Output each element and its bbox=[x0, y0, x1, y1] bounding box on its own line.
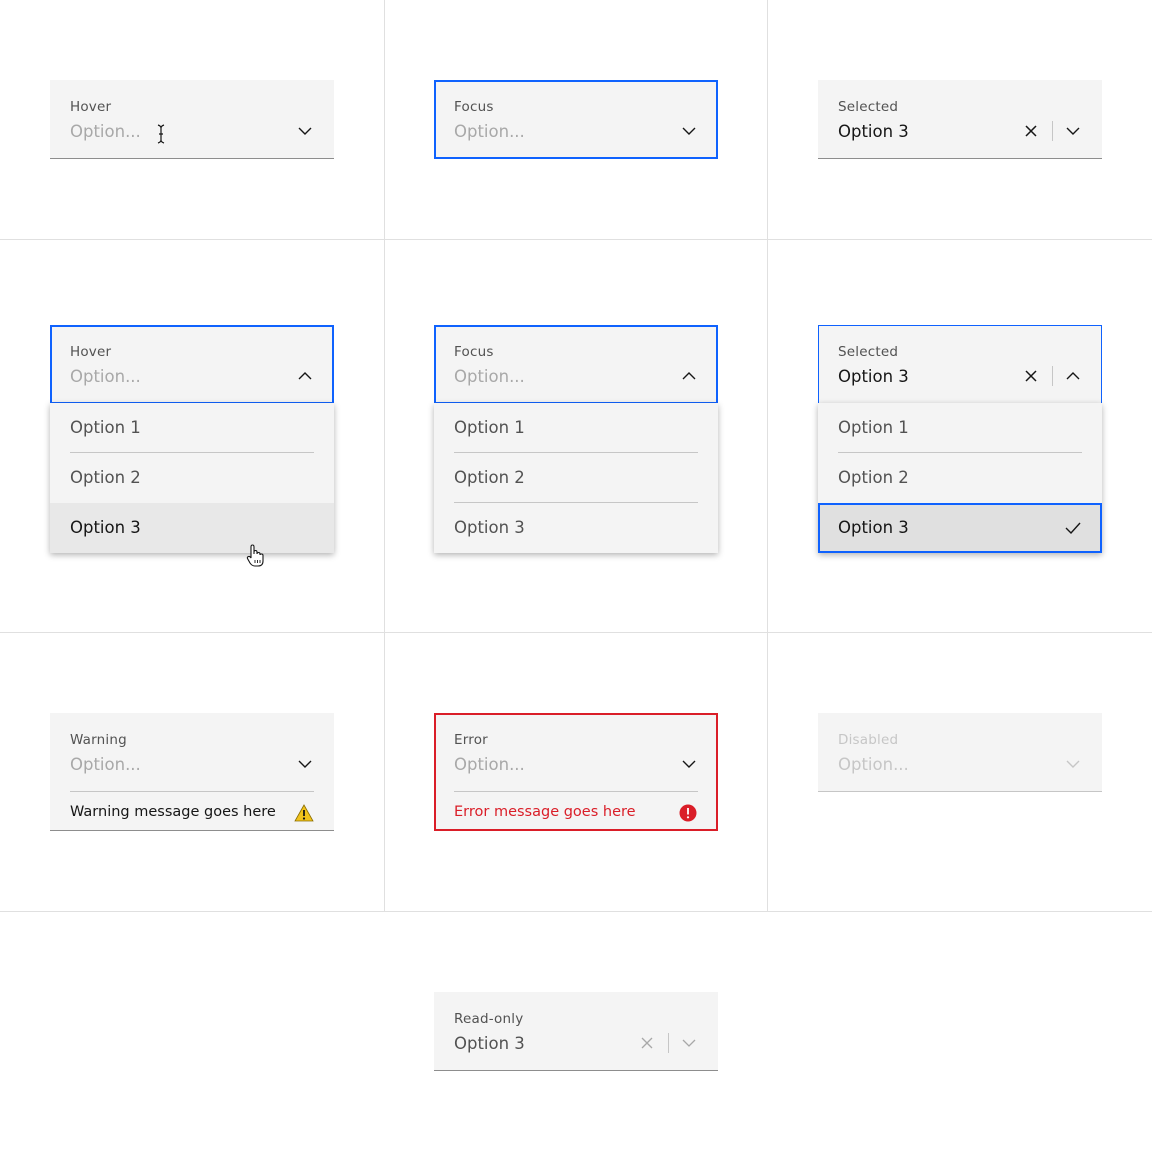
combobox-error[interactable]: Error Option... Error message goes here bbox=[434, 713, 718, 831]
combobox-input[interactable]: Option... bbox=[454, 755, 525, 774]
menu-item-option-1[interactable]: Option 1 bbox=[818, 403, 1102, 453]
combobox-warning[interactable]: Warning Option... Warning message goes h… bbox=[50, 713, 334, 831]
combobox-focus-open[interactable]: Focus Option... bbox=[434, 325, 718, 404]
menu-item-label: Option 2 bbox=[838, 468, 909, 487]
combobox-input[interactable]: Option... bbox=[70, 367, 141, 386]
grid-divider-h2 bbox=[0, 632, 1152, 633]
field-label: Warning bbox=[70, 732, 127, 748]
chevron-down-icon bbox=[1064, 755, 1082, 773]
field-label: Disabled bbox=[838, 732, 899, 748]
chevron-down-icon[interactable] bbox=[296, 122, 314, 140]
icon-divider bbox=[1052, 121, 1053, 141]
warning-message: Warning message goes here bbox=[70, 804, 276, 820]
combobox-input: Option 3 bbox=[454, 1034, 525, 1053]
menu-item-option-1[interactable]: Option 1 bbox=[434, 403, 718, 453]
combobox-hover-open[interactable]: Hover Option... bbox=[50, 325, 334, 404]
chevron-up-icon[interactable] bbox=[1064, 367, 1082, 385]
menu-item-label: Option 3 bbox=[838, 518, 909, 537]
grid-divider-h3 bbox=[0, 911, 1152, 912]
field-label: Focus bbox=[454, 344, 494, 360]
menu-item-label: Option 1 bbox=[454, 418, 525, 437]
menu-item-option-3[interactable]: Option 3 bbox=[50, 503, 334, 553]
field-divider bbox=[454, 791, 698, 792]
warning-icon bbox=[294, 803, 314, 823]
menu-item-option-1[interactable]: Option 1 bbox=[50, 403, 334, 453]
field-label: Read-only bbox=[454, 1011, 524, 1027]
icon-divider bbox=[668, 1033, 669, 1053]
icon-divider bbox=[1052, 366, 1053, 386]
grid-divider-v1 bbox=[384, 0, 385, 912]
menu-item-label: Option 1 bbox=[838, 418, 909, 437]
grid-divider-h1 bbox=[0, 239, 1152, 240]
chevron-down-icon[interactable] bbox=[1064, 122, 1082, 140]
field-label: Selected bbox=[838, 344, 899, 360]
chevron-down-icon[interactable] bbox=[680, 755, 698, 773]
combobox-input[interactable]: Option... bbox=[454, 122, 525, 141]
combobox-focus[interactable]: Focus Option... bbox=[434, 80, 718, 159]
field-divider bbox=[70, 791, 314, 792]
chevron-down-icon bbox=[680, 1034, 698, 1052]
chevron-up-icon[interactable] bbox=[296, 367, 314, 385]
combobox-input[interactable]: Option... bbox=[454, 367, 525, 386]
close-icon[interactable] bbox=[1022, 367, 1040, 385]
menu-item-option-2[interactable]: Option 2 bbox=[818, 453, 1102, 503]
combobox-selected-open[interactable]: Selected Option 3 bbox=[818, 325, 1102, 404]
combobox-input[interactable]: Option... bbox=[70, 122, 141, 141]
field-label: Hover bbox=[70, 344, 112, 360]
combobox-readonly: Read-only Option 3 bbox=[434, 992, 718, 1071]
combobox-disabled: Disabled Option... bbox=[818, 713, 1102, 792]
error-message: Error message goes here bbox=[454, 804, 636, 820]
text-cursor-icon bbox=[156, 124, 166, 148]
field-label: Error bbox=[454, 732, 488, 748]
menu-item-label: Option 3 bbox=[454, 518, 525, 537]
menu-item-option-3[interactable]: Option 3 bbox=[818, 503, 1102, 553]
combobox-hover[interactable]: Hover Option... bbox=[50, 80, 334, 159]
dropdown-menu: Option 1 Option 2 Option 3 bbox=[818, 403, 1102, 553]
checkmark-icon bbox=[1064, 519, 1082, 537]
combobox-input: Option... bbox=[838, 755, 909, 774]
menu-item-label: Option 2 bbox=[454, 468, 525, 487]
menu-item-option-2[interactable]: Option 2 bbox=[50, 453, 334, 503]
field-label: Selected bbox=[838, 99, 899, 115]
menu-item-label: Option 3 bbox=[70, 518, 141, 537]
menu-item-label: Option 1 bbox=[70, 418, 141, 437]
pointer-hand-icon bbox=[246, 544, 266, 572]
chevron-up-icon[interactable] bbox=[680, 367, 698, 385]
combobox-input[interactable]: Option... bbox=[70, 755, 141, 774]
menu-item-option-3[interactable]: Option 3 bbox=[434, 503, 718, 553]
grid-divider-v2 bbox=[767, 0, 768, 912]
error-icon bbox=[678, 803, 698, 823]
combobox-input[interactable]: Option 3 bbox=[838, 367, 909, 386]
menu-item-label: Option 2 bbox=[70, 468, 141, 487]
combobox-input[interactable]: Option 3 bbox=[838, 122, 909, 141]
dropdown-menu: Option 1 Option 2 Option 3 bbox=[434, 403, 718, 553]
combobox-selected[interactable]: Selected Option 3 bbox=[818, 80, 1102, 159]
chevron-down-icon[interactable] bbox=[296, 755, 314, 773]
close-icon[interactable] bbox=[1022, 122, 1040, 140]
dropdown-menu: Option 1 Option 2 Option 3 bbox=[50, 403, 334, 553]
chevron-down-icon[interactable] bbox=[680, 122, 698, 140]
field-label: Focus bbox=[454, 99, 494, 115]
close-icon bbox=[638, 1034, 656, 1052]
menu-item-option-2[interactable]: Option 2 bbox=[434, 453, 718, 503]
field-label: Hover bbox=[70, 99, 112, 115]
